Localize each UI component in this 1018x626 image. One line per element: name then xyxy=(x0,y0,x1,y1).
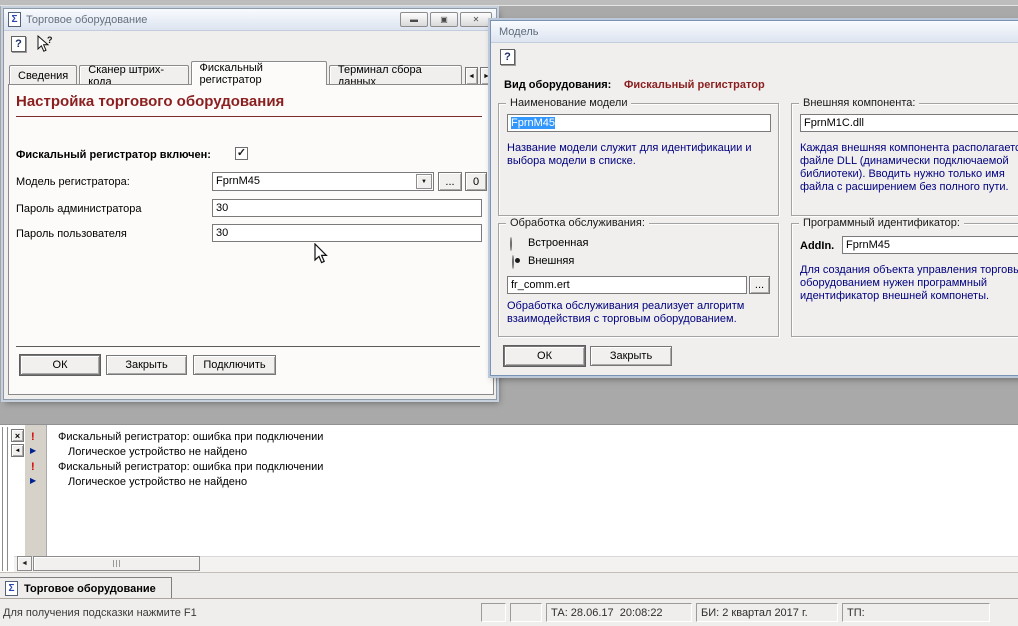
context-help-icon[interactable]: ? xyxy=(35,35,55,53)
status-seg-empty xyxy=(510,603,542,622)
close-button[interactable]: Закрыть xyxy=(590,346,672,366)
external-component-group-title: Внешняя компонента: xyxy=(799,97,919,109)
external-component-field[interactable]: FprnM1C.dll xyxy=(800,114,1018,132)
radio-external[interactable] xyxy=(512,255,514,269)
progid-group-title: Программный идентификатор: xyxy=(799,217,964,229)
svg-text:?: ? xyxy=(47,35,53,45)
status-seg-empty xyxy=(481,603,506,622)
fiscal-tab-content: Настройка торгового оборудования Фискаль… xyxy=(8,84,494,395)
message-gutter xyxy=(25,425,47,556)
restore-icon[interactable]: ▣ xyxy=(430,12,458,27)
tab-scanner[interactable]: Сканер штрих-кода xyxy=(79,65,188,85)
model-label: Модель регистратора: xyxy=(16,176,130,188)
close-icon[interactable]: ✕ xyxy=(460,12,492,27)
tab-fiscal-registrar[interactable]: Фискальный регистратор xyxy=(191,61,327,85)
chevron-down-icon[interactable]: ▼ xyxy=(416,174,432,189)
processing-group-title: Обработка обслуживания: xyxy=(506,217,649,229)
processing-group: Обработка обслуживания: Встроенная Внешн… xyxy=(498,223,779,337)
model-name-field[interactable]: FprnM45 xyxy=(507,114,771,132)
help-icon[interactable]: ? xyxy=(11,36,26,52)
admin-password-field[interactable]: 30 xyxy=(212,199,482,217)
tab-scroll-left-icon[interactable]: ◄ xyxy=(465,67,478,85)
user-password-field[interactable]: 30 xyxy=(212,224,482,242)
heading-underline xyxy=(16,116,482,117)
processing-browse-button[interactable]: ... xyxy=(749,276,770,294)
hscrollbar-thumb[interactable] xyxy=(33,556,200,571)
panel-splitter[interactable] xyxy=(6,427,8,571)
panel-close-icon[interactable]: × xyxy=(11,429,24,442)
radio-builtin[interactable] xyxy=(510,237,512,251)
detail-icon: ▶ xyxy=(30,446,36,455)
model-dialog-title: Модель xyxy=(499,26,538,38)
status-bar: Для получения подсказки нажмите F1 ТА: 2… xyxy=(0,598,1018,626)
tab-svedeniya[interactable]: Сведения xyxy=(9,65,77,85)
help-icon[interactable]: ? xyxy=(500,49,515,65)
progid-field[interactable]: FprnM45 xyxy=(842,236,1018,254)
message-panel: × ◄ ! Фискальный регистратор: ошибка при… xyxy=(0,424,1018,572)
kind-label: Вид оборудования: xyxy=(504,79,611,91)
enabled-checkbox[interactable]: ✓ xyxy=(235,147,248,160)
error-icon: ! xyxy=(31,431,35,443)
status-seg-tp: ТП: xyxy=(842,603,990,622)
scroll-left-icon[interactable]: ◄ xyxy=(17,556,32,571)
main-window-title: Торговое оборудование xyxy=(26,14,147,26)
panel-splitter[interactable] xyxy=(1,427,3,571)
app-icon: Σ xyxy=(8,12,21,27)
mouse-cursor xyxy=(313,243,329,265)
enabled-label: Фискальный регистратор включен: xyxy=(16,149,211,161)
radio-builtin-label: Встроенная xyxy=(528,237,588,249)
progid-desc: Для создания объекта управления торговым… xyxy=(800,264,1018,303)
model-dialog-titlebar[interactable]: Модель xyxy=(491,21,1018,43)
connect-button[interactable]: Подключить xyxy=(193,355,276,375)
app-icon: Σ xyxy=(5,581,18,596)
main-window-titlebar[interactable]: Σ Торговое оборудование ▬ ▣ ✕ xyxy=(4,9,496,31)
settings-heading: Настройка торгового оборудования xyxy=(16,93,284,110)
panel-scroll-left-icon[interactable]: ◄ xyxy=(11,444,24,457)
message-row[interactable]: Логическое устройство не найдено xyxy=(68,446,247,458)
window-bar: Σ Торговое оборудование xyxy=(0,572,1018,598)
model-name-group: Наименование модели FprnM45 Название мод… xyxy=(498,103,779,216)
window-bar-tab[interactable]: Σ Торговое оборудование xyxy=(0,577,172,599)
progid-group: Программный идентификатор: AddIn. FprnM4… xyxy=(791,223,1018,337)
message-row[interactable]: Фискальный регистратор: ошибка при подкл… xyxy=(58,461,323,473)
detail-icon: ▶ xyxy=(30,476,36,485)
model-name-desc: Название модели служит для идентификации… xyxy=(507,142,769,168)
model-dialog: Модель ? Вид оборудования: Фискальный ре… xyxy=(490,20,1018,376)
buttons-separator xyxy=(16,346,480,347)
user-password-label: Пароль пользователя xyxy=(16,228,127,240)
status-hint: Для получения подсказки нажмите F1 xyxy=(3,607,197,619)
main-toolbar: ? ? xyxy=(4,31,496,57)
model-name-group-title: Наименование модели xyxy=(506,97,631,109)
main-window: Σ Торговое оборудование ▬ ▣ ✕ ? ? Сведен… xyxy=(3,8,497,400)
ok-button[interactable]: ОК xyxy=(504,346,585,366)
model-zero-button[interactable]: 0 xyxy=(465,172,487,191)
addin-label: AddIn. xyxy=(800,240,834,252)
radio-external-label: Внешняя xyxy=(528,255,574,267)
message-row[interactable]: Логическое устройство не найдено xyxy=(68,476,247,488)
minimize-icon[interactable]: ▬ xyxy=(400,12,428,27)
tab-strip: Сведения Сканер штрих-кода Фискальный ре… xyxy=(9,59,493,85)
window-bar-label: Торговое оборудование xyxy=(24,583,156,595)
top-edge-strip xyxy=(0,0,1018,6)
status-seg-ta: ТА: 28.06.17 20:08:22 xyxy=(546,603,692,622)
tab-terminal[interactable]: Терминал сбора данных xyxy=(329,65,462,85)
close-button[interactable]: Закрыть xyxy=(106,355,187,375)
error-icon: ! xyxy=(31,461,35,473)
external-component-group: Внешняя компонента: FprnM1C.dll Каждая в… xyxy=(791,103,1018,216)
admin-password-label: Пароль администратора xyxy=(16,203,142,215)
processing-desc: Обработка обслуживания реализует алгорит… xyxy=(507,300,769,326)
model-browse-button[interactable]: ... xyxy=(438,172,462,191)
window-controls: ▬ ▣ ✕ xyxy=(400,12,492,27)
model-combobox[interactable]: FprnM45 ▼ xyxy=(212,172,434,191)
external-component-desc: Каждая внешняя компонента располагается … xyxy=(800,142,1018,194)
status-seg-bi: БИ: 2 квартал 2017 г. xyxy=(696,603,838,622)
message-row[interactable]: Фискальный регистратор: ошибка при подкл… xyxy=(58,431,323,443)
kind-value: Фискальный регистратор xyxy=(624,79,765,91)
desktop: { "colors": { "accent_red": "#8b1f1f", "… xyxy=(0,0,1018,626)
processing-file-field[interactable]: fr_comm.ert xyxy=(507,276,747,294)
ok-button[interactable]: ОК xyxy=(20,355,100,375)
